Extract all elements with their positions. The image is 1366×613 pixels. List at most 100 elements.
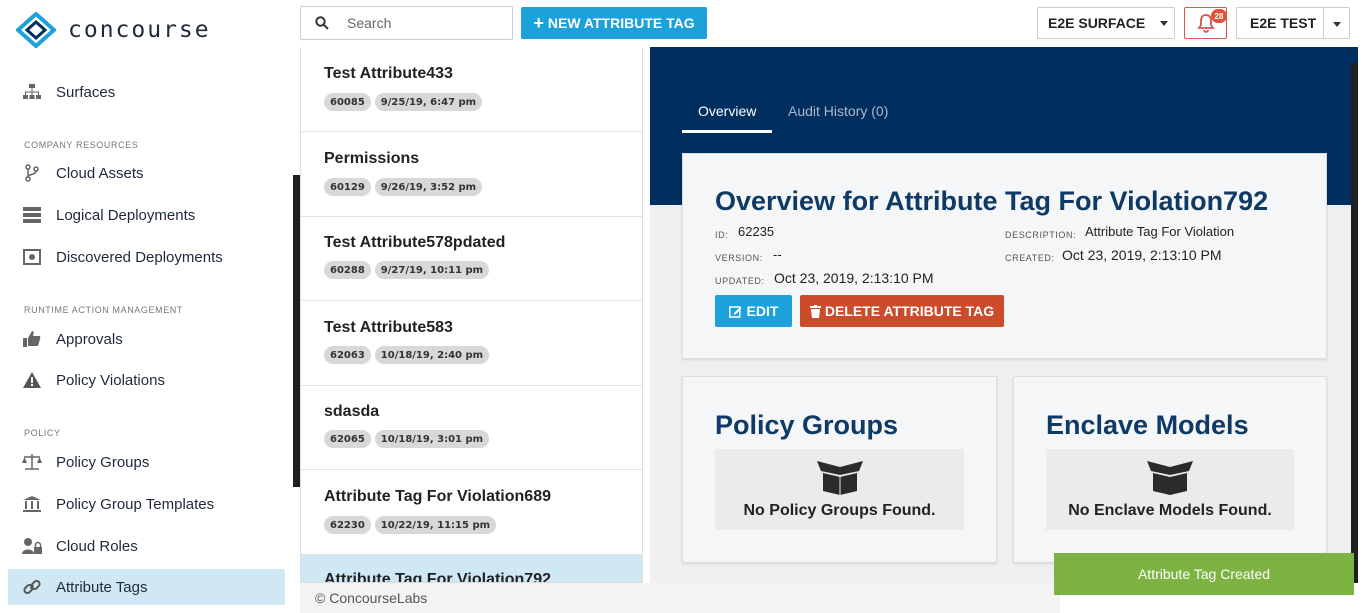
sidebar-item-label: Logical Deployments: [56, 206, 196, 224]
surface-selector[interactable]: E2E SURFACE: [1037, 7, 1175, 39]
sidebar-item-label: Policy Group Templates: [56, 495, 215, 513]
updated-label: UPDATED:: [715, 276, 765, 286]
overview-title: Overview for Attribute Tag For Violation…: [715, 186, 1269, 216]
description-value: Attribute Tag For Violation: [1085, 224, 1235, 239]
user-lock-icon: [22, 536, 42, 556]
list-item-id: 60085: [324, 93, 371, 111]
policy-groups-empty-state: No Policy Groups Found.: [715, 449, 964, 530]
section-company-resources: COMPANY RESOURCES: [24, 140, 139, 150]
overview-card: Overview for Attribute Tag For Violation…: [682, 153, 1327, 359]
id-label: ID:: [715, 230, 729, 240]
list-item-title: Attribute Tag For Violation689: [324, 488, 551, 505]
list-item[interactable]: Permissions 60129 9/26/19, 3:52 pm: [301, 132, 642, 217]
tab-overview-underline: [682, 130, 772, 133]
list-item[interactable]: Test Attribute578pdated 60288 9/27/19, 1…: [301, 217, 642, 301]
delete-attribute-tag-button[interactable]: DELETE ATTRIBUTE TAG: [800, 295, 1004, 327]
list-item-title: Attribute Tag For Violation792: [324, 571, 551, 583]
policy-groups-card: Policy Groups No Policy Groups Found.: [682, 376, 997, 563]
created-value: Oct 23, 2019, 2:13:10 PM: [1062, 247, 1222, 263]
list-item-date: 9/25/19, 6:47 pm: [374, 93, 483, 111]
policy-groups-empty-text: No Policy Groups Found.: [743, 502, 936, 519]
delete-label: DELETE ATTRIBUTE TAG: [824, 303, 995, 319]
tab-audit-history[interactable]: Audit History (0): [788, 103, 888, 119]
list-item[interactable]: Attribute Tag For Violation689 62230 10/…: [301, 470, 642, 555]
list-item-date: 9/27/19, 10:11 pm: [374, 261, 490, 279]
sidebar-item-label: Policy Groups: [56, 453, 150, 471]
sidebar-item-policy-group-templates[interactable]: Policy Group Templates: [8, 486, 285, 522]
sidebar-item-label: Cloud Roles: [56, 537, 138, 555]
sidebar-item-label: Policy Violations: [56, 371, 165, 389]
sidebar-item-label: Cloud Assets: [56, 164, 144, 182]
list-item-date: 10/18/19, 2:40 pm: [374, 346, 490, 364]
notifications-button[interactable]: 28: [1184, 7, 1227, 39]
sidebar-item-policy-groups[interactable]: Policy Groups: [8, 444, 285, 480]
chevron-down-icon: [1160, 20, 1169, 26]
detail-panel: Overview Audit History (0) Overview for …: [650, 47, 1358, 583]
enclave-models-card: Enclave Models No Enclave Models Found.: [1013, 376, 1327, 563]
branch-icon: [22, 163, 42, 183]
list-item-title: Test Attribute583: [324, 319, 453, 336]
sidebar-item-attribute-tags[interactable]: Attribute Tags: [8, 569, 285, 605]
sidebar-item-label: Approvals: [56, 330, 123, 348]
list-item[interactable]: sdasda 62065 10/18/19, 3:01 pm: [301, 386, 642, 470]
sidebar-item-approvals[interactable]: Approvals: [8, 321, 285, 357]
new-attribute-tag-label: NEW ATTRIBUTE TAG: [547, 15, 695, 31]
list-item[interactable]: Test Attribute583 62063 10/18/19, 2:40 p…: [301, 301, 642, 386]
list-item-id: 62065: [324, 430, 371, 448]
toast-message: Attribute Tag Created: [1137, 566, 1271, 582]
chevron-down-icon[interactable]: [1333, 22, 1341, 27]
list-item-selected[interactable]: Attribute Tag For Violation792: [301, 555, 642, 583]
version-label: VERSION:: [715, 253, 763, 263]
tab-overview[interactable]: Overview: [698, 103, 756, 119]
description-label: DESCRIPTION:: [1005, 230, 1077, 240]
detail-scrollbar[interactable]: [1351, 63, 1358, 583]
sidebar-item-label: Attribute Tags: [56, 578, 148, 596]
sidebar: concourse Surfaces COMPANY RESOURCES Clo…: [0, 0, 300, 613]
list-item-date: 10/18/19, 3:01 pm: [374, 430, 490, 448]
search-box[interactable]: [300, 6, 513, 40]
user-menu[interactable]: E2E TEST: [1236, 7, 1350, 39]
concourse-logo[interactable]: concourse: [16, 12, 211, 48]
section-policy: POLICY: [24, 428, 61, 438]
edit-icon: [728, 305, 742, 318]
edit-button[interactable]: EDIT: [715, 295, 792, 327]
version-value: --: [773, 247, 782, 262]
section-runtime-action-management: RUNTIME ACTION MANAGEMENT: [24, 305, 184, 315]
server-icon: [22, 205, 42, 225]
institution-icon: [22, 494, 42, 514]
policy-groups-title: Policy Groups: [715, 410, 899, 440]
list-item-title: Permissions: [324, 150, 420, 167]
footer: © ConcourseLabs: [300, 583, 1060, 613]
surface-label: E2E SURFACE: [1048, 15, 1146, 31]
sidebar-item-policy-violations[interactable]: Policy Violations: [8, 362, 285, 398]
list-item-date: 10/22/19, 11:15 pm: [374, 516, 497, 534]
sidebar-item-logical-deployments[interactable]: Logical Deployments: [8, 197, 285, 233]
list-item-title: Test Attribute433: [324, 65, 453, 82]
search-input[interactable]: [347, 15, 497, 31]
updated-value: Oct 23, 2019, 2:13:10 PM: [774, 270, 934, 286]
created-label: CREATED:: [1005, 253, 1055, 263]
sidebar-item-surfaces[interactable]: Surfaces: [8, 74, 285, 110]
open-box-icon: [816, 461, 863, 495]
sidebar-item-discovered-deployments[interactable]: Discovered Deployments: [8, 239, 285, 275]
list-item-id: 60288: [324, 261, 371, 279]
open-box-icon: [1147, 461, 1193, 495]
attribute-tag-list: Test Attribute433 60085 9/25/19, 6:47 pm…: [300, 47, 643, 583]
search-icon: [315, 16, 329, 30]
notification-count-badge: 28: [1211, 9, 1227, 23]
user-label: E2E TEST: [1250, 15, 1317, 31]
link-icon: [22, 577, 42, 597]
enclave-models-title: Enclave Models: [1046, 410, 1249, 440]
new-attribute-tag-button[interactable]: + NEW ATTRIBUTE TAG: [521, 7, 707, 39]
toast-notification[interactable]: Attribute Tag Created: [1054, 553, 1354, 595]
balance-scale-icon: [22, 452, 42, 472]
sidebar-item-cloud-roles[interactable]: Cloud Roles: [8, 528, 285, 564]
list-item-title: Test Attribute578pdated: [324, 234, 506, 251]
sitemap-icon: [22, 82, 42, 102]
list-item-date: 9/26/19, 3:52 pm: [374, 178, 483, 196]
list-item[interactable]: Test Attribute433 60085 9/25/19, 6:47 pm: [301, 47, 642, 132]
discovered-icon: [22, 247, 42, 267]
list-item-id: 62063: [324, 346, 371, 364]
sidebar-item-cloud-assets[interactable]: Cloud Assets: [8, 155, 285, 191]
warning-icon: [22, 370, 42, 390]
